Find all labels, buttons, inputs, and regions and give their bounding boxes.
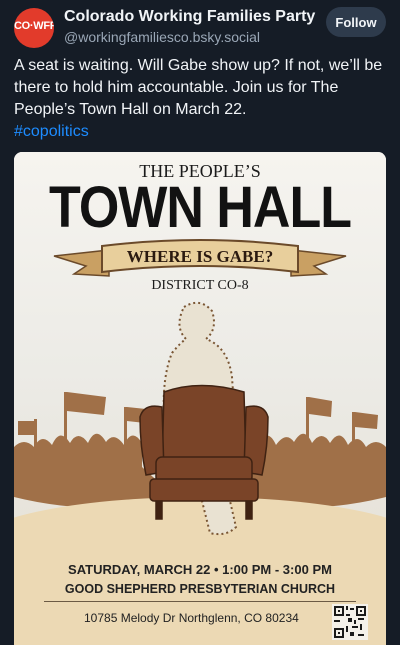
banner-text: WHERE IS GABE?: [126, 247, 274, 266]
event-address: 10785 Melody Dr Northglenn, CO 80234: [84, 611, 299, 625]
post-image[interactable]: THE PEOPLE’S TOWN HALL WHERE IS GABE? DI…: [14, 152, 386, 645]
armchair: [139, 384, 269, 520]
post-header: CO·WFP Colorado Working Families Party @…: [14, 6, 386, 50]
avatar[interactable]: CO·WFP: [14, 8, 54, 48]
poster-title: TOWN HALL: [49, 175, 352, 241]
avatar-logo-text: CO·WFP: [14, 20, 54, 32]
event-venue: GOOD SHEPHERD PRESBYTERIAN CHURCH: [64, 582, 336, 596]
district-label: DISTRICT CO-8: [151, 278, 249, 293]
post-body: A seat is waiting. Will Gabe show up? If…: [14, 57, 383, 118]
follow-button[interactable]: Follow: [326, 7, 386, 37]
post-text: A seat is waiting. Will Gabe show up? If…: [14, 55, 386, 143]
empty-chair-illustration: [14, 301, 386, 547]
author-name[interactable]: Colorado Working Families Party: [64, 8, 315, 26]
hashtag-link[interactable]: #copolitics: [14, 123, 89, 140]
poster-divider: [44, 601, 356, 602]
event-date-time: SATURDAY, MARCH 22 • 1:00 PM - 3:00 PM: [68, 562, 332, 577]
qr-code-icon: [332, 604, 368, 640]
author-handle[interactable]: @workingfamiliesco.bsky.social: [64, 29, 260, 45]
